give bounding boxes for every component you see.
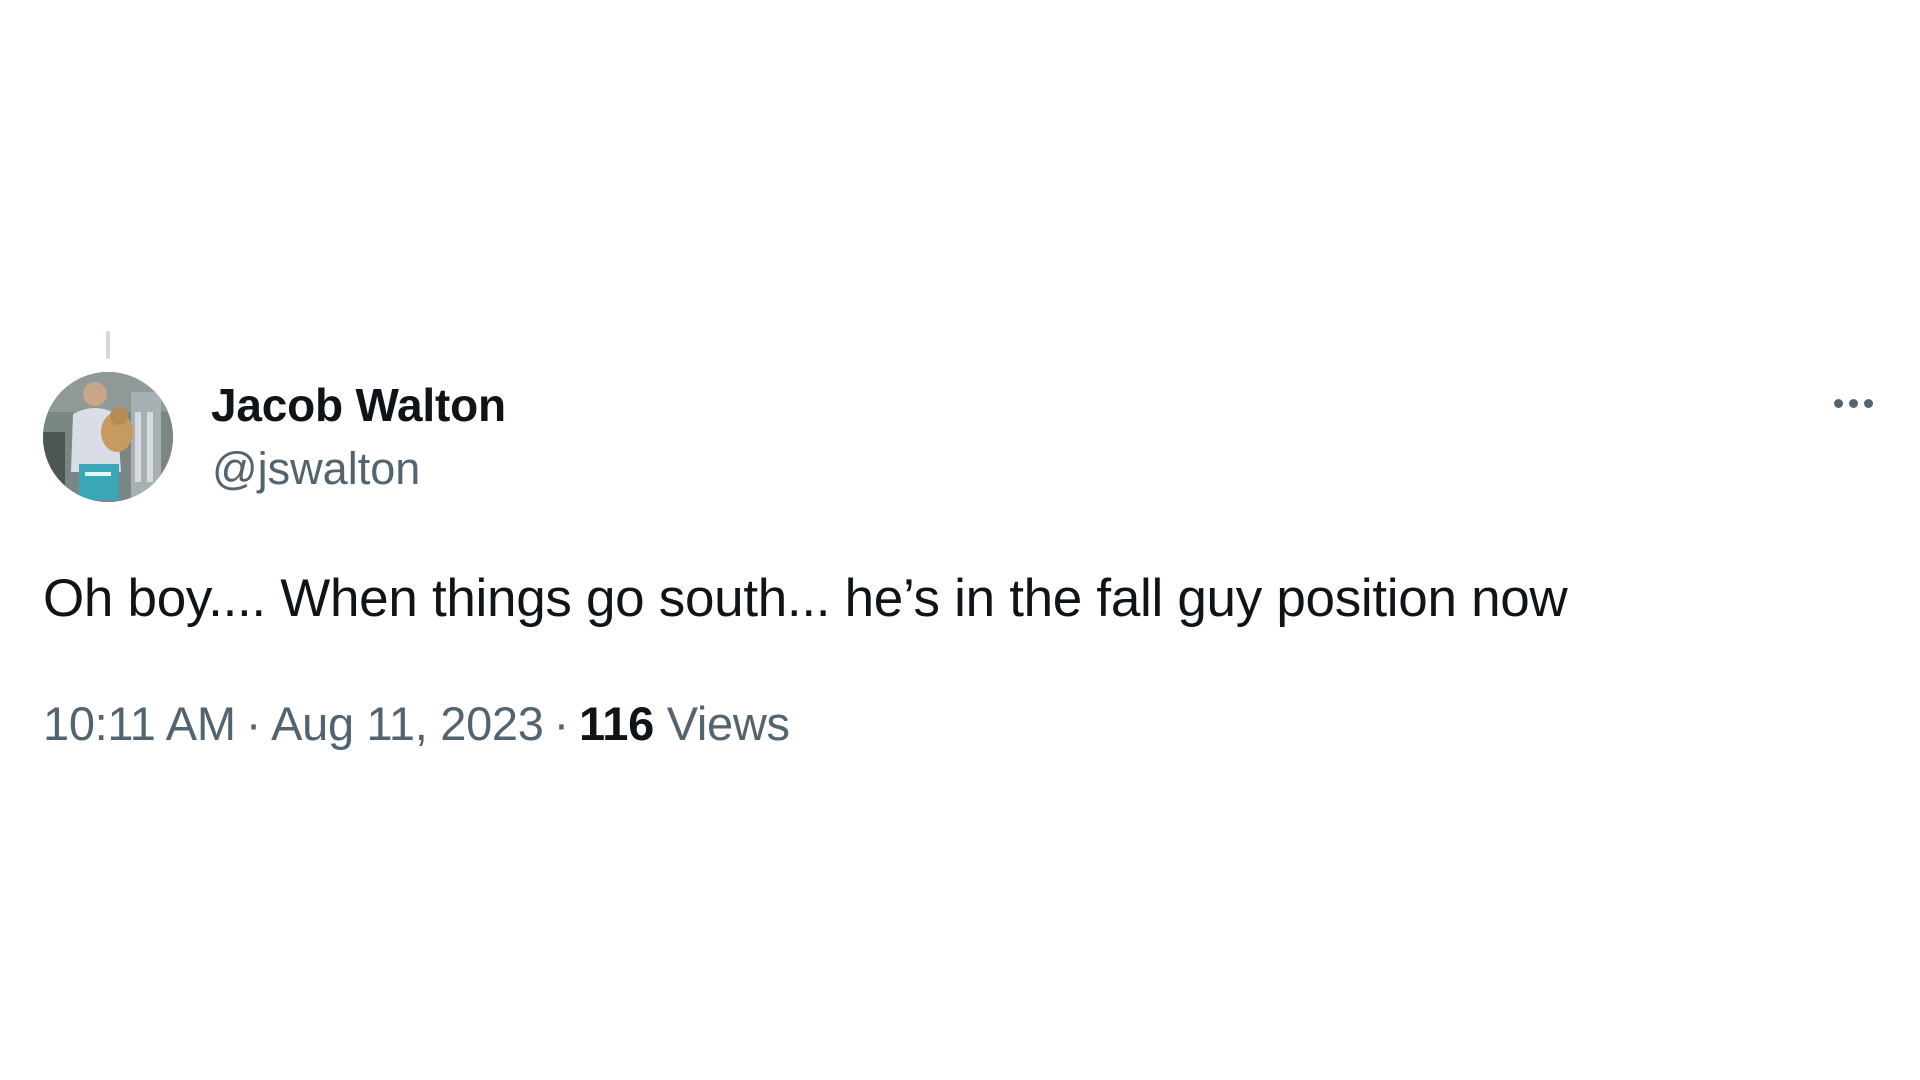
meta-separator: · (553, 697, 570, 750)
thread-connector-line (106, 331, 110, 359)
author-handle[interactable]: @jswalton (212, 443, 420, 495)
tweet-text: Oh boy.... When things go south... he’s … (43, 569, 1568, 628)
views-label: Views (666, 697, 790, 750)
more-dot (1833, 398, 1843, 408)
tweet-metadata: 10:11 AM · Aug 11, 2023 · 116 Views (43, 696, 790, 751)
tweet-card: Jacob Walton @jswalton Oh boy.... When t… (0, 0, 1920, 1080)
more-options-button[interactable] (1823, 386, 1883, 420)
more-dot (1848, 398, 1858, 408)
avatar-image (43, 372, 173, 502)
more-horizontal-icon (1833, 398, 1873, 408)
tweet-time[interactable]: 10:11 AM (43, 697, 236, 750)
meta-separator: · (245, 697, 262, 750)
more-dot (1863, 398, 1873, 408)
views-count[interactable]: 116 (579, 697, 654, 750)
avatar[interactable] (43, 372, 173, 502)
tweet-date[interactable]: Aug 11, 2023 (271, 697, 544, 750)
author-name[interactable]: Jacob Walton (211, 378, 506, 432)
